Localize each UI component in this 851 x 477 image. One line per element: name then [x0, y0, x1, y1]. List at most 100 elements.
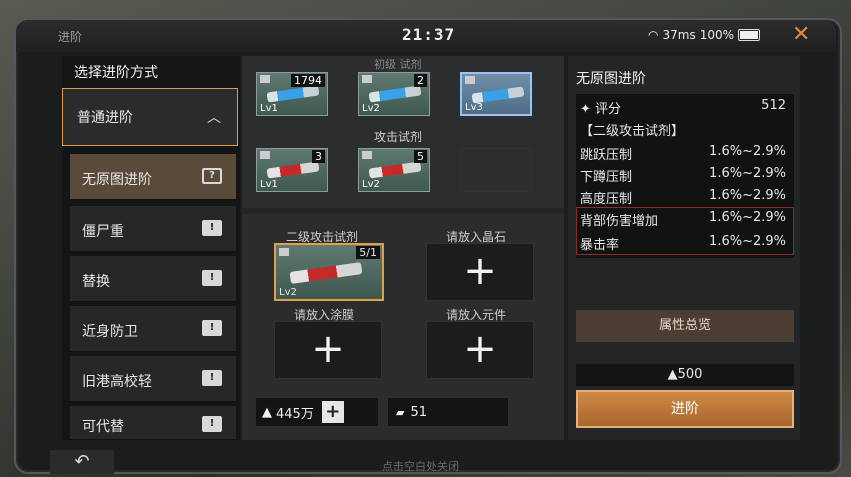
- material-card[interactable]: 3 Lv1: [256, 148, 328, 192]
- tag-icon: [362, 151, 372, 159]
- tag-icon: [465, 76, 475, 84]
- list-item[interactable]: 无原图进阶 ?: [70, 154, 236, 200]
- cost-display: ▲500: [576, 364, 794, 386]
- tag-icon: [260, 75, 270, 83]
- list-item[interactable]: 近身防卫 !: [70, 306, 236, 352]
- list-item-label: 近身防卫: [82, 324, 138, 340]
- plus-icon: +: [463, 248, 497, 295]
- empty-card: [460, 148, 532, 192]
- back-arrow-icon: ↶: [74, 451, 90, 472]
- card-count: 5: [414, 150, 427, 163]
- scroll-alert-icon: !: [202, 270, 222, 286]
- material-card[interactable]: 5 Lv2: [358, 148, 430, 192]
- advance-button[interactable]: 进阶: [576, 390, 794, 428]
- gold-amount: 445万: [276, 406, 314, 422]
- card-count: 1794: [291, 74, 325, 87]
- chip-resource: ▰ 51: [388, 398, 508, 426]
- battery-text: 100%: [699, 28, 735, 42]
- window-title: 进阶: [58, 30, 83, 44]
- stat-row: 背部伤害增加 1.6%~2.9%: [580, 210, 790, 229]
- card-level: Lv2: [362, 179, 380, 190]
- chevron-up-icon: ︿: [207, 110, 221, 126]
- list-item[interactable]: 旧港高校轻 !: [70, 356, 236, 402]
- reagent-icon: [471, 86, 525, 104]
- left-heading: 选择进阶方式: [74, 65, 158, 81]
- scroll-alert-icon: !: [202, 416, 222, 432]
- material-card[interactable]: Lv3: [460, 72, 532, 116]
- add-gold-button[interactable]: +: [321, 401, 344, 423]
- stat-name: 跳跃压制: [580, 148, 633, 163]
- close-icon[interactable]: ✕: [792, 22, 810, 47]
- card-level: Lv3: [465, 102, 483, 113]
- item-name: 【二级攻击试剂】: [580, 124, 685, 139]
- slot-count: 5/1: [356, 246, 380, 259]
- stat-value: 1.6%~2.9%: [709, 234, 786, 249]
- stat-row: 高度压制 1.6%~2.9%: [580, 188, 790, 207]
- stat-value: 1.6%~2.9%: [709, 210, 786, 225]
- reagent-icon: [289, 262, 363, 284]
- score-row: ✦ 评分 512: [580, 98, 790, 117]
- selected-material-slot[interactable]: 5/1 Lv2: [274, 243, 384, 301]
- list-item-label: 替换: [82, 274, 110, 290]
- card-count: 2: [414, 74, 427, 87]
- wifi-icon: ◠: [648, 28, 659, 42]
- gold-icon: ▲: [262, 404, 272, 420]
- scroll-alert-icon: !: [202, 370, 222, 386]
- score-value: 512: [761, 98, 786, 113]
- list-item[interactable]: 可代替 !: [70, 406, 236, 440]
- gold-icon: ▲: [667, 367, 678, 382]
- stat-name: 高度压制: [580, 192, 633, 207]
- stat-row: 跳跃压制 1.6%~2.9%: [580, 144, 790, 163]
- stat-value: 1.6%~2.9%: [709, 166, 786, 181]
- card-level: Lv2: [362, 103, 380, 114]
- scroll-alert-icon: !: [202, 320, 222, 336]
- tag-icon: [260, 151, 270, 159]
- list-item-label: 可代替: [82, 419, 124, 435]
- crystal-slot[interactable]: +: [426, 243, 534, 301]
- stat-name: 背部伤害增加: [580, 214, 659, 229]
- slot-level: Lv2: [279, 287, 297, 298]
- tag-icon: [279, 248, 289, 256]
- clock: 21:37: [402, 25, 456, 44]
- stat-name: 下蹲压制: [580, 170, 633, 185]
- reagent-icon: [368, 161, 422, 179]
- category-label: 攻击试剂: [374, 130, 423, 144]
- list-item-label: 僵尸重: [82, 224, 124, 240]
- card-count: 3: [312, 150, 325, 163]
- cost-amount: 500: [677, 367, 703, 382]
- status-bar: ◠ 37ms 100%: [648, 28, 761, 42]
- material-card[interactable]: 2 Lv2: [358, 72, 430, 116]
- stat-row: 下蹲压制 1.6%~2.9%: [580, 166, 790, 185]
- mode-dropdown[interactable]: 普通进阶 ︿: [62, 88, 238, 146]
- chip-icon: ▰: [396, 405, 405, 419]
- category-label: 初级 试剂: [374, 58, 422, 71]
- wrench-icon: ✦: [580, 102, 596, 117]
- reagent-icon: [266, 161, 320, 179]
- plus-icon: +: [311, 326, 345, 373]
- list-item[interactable]: 僵尸重 !: [70, 206, 236, 252]
- scroll-alert-icon: !: [202, 220, 222, 236]
- reagent-icon: [368, 85, 422, 103]
- reagent-icon: [266, 85, 320, 103]
- list-item-label: 旧港高校轻: [82, 374, 152, 390]
- ping-text: 37ms: [662, 28, 696, 42]
- score-label: 评分: [595, 102, 622, 117]
- tag-icon: [362, 75, 372, 83]
- card-level: Lv1: [260, 179, 278, 190]
- list-item-label: 无原图进阶: [82, 172, 152, 188]
- back-button[interactable]: ↶: [50, 450, 114, 474]
- plus-icon: +: [463, 326, 497, 373]
- stat-value: 1.6%~2.9%: [709, 188, 786, 203]
- stat-row: 暴击率 1.6%~2.9%: [580, 234, 790, 253]
- scroll-question-icon: ?: [202, 168, 222, 184]
- stat-name: 暴击率: [580, 238, 620, 253]
- stat-value: 1.6%~2.9%: [709, 144, 786, 159]
- gold-resource: ▲ 445万 +: [256, 398, 378, 426]
- close-hint: 点击空白处关闭: [382, 460, 459, 473]
- list-item[interactable]: 替换 !: [70, 256, 236, 302]
- coating-slot[interactable]: +: [274, 321, 382, 379]
- battery-icon: [738, 29, 761, 41]
- attribute-overview-button[interactable]: 属性总览: [576, 310, 794, 342]
- component-slot[interactable]: +: [426, 321, 534, 379]
- material-card[interactable]: 1794 Lv1: [256, 72, 328, 116]
